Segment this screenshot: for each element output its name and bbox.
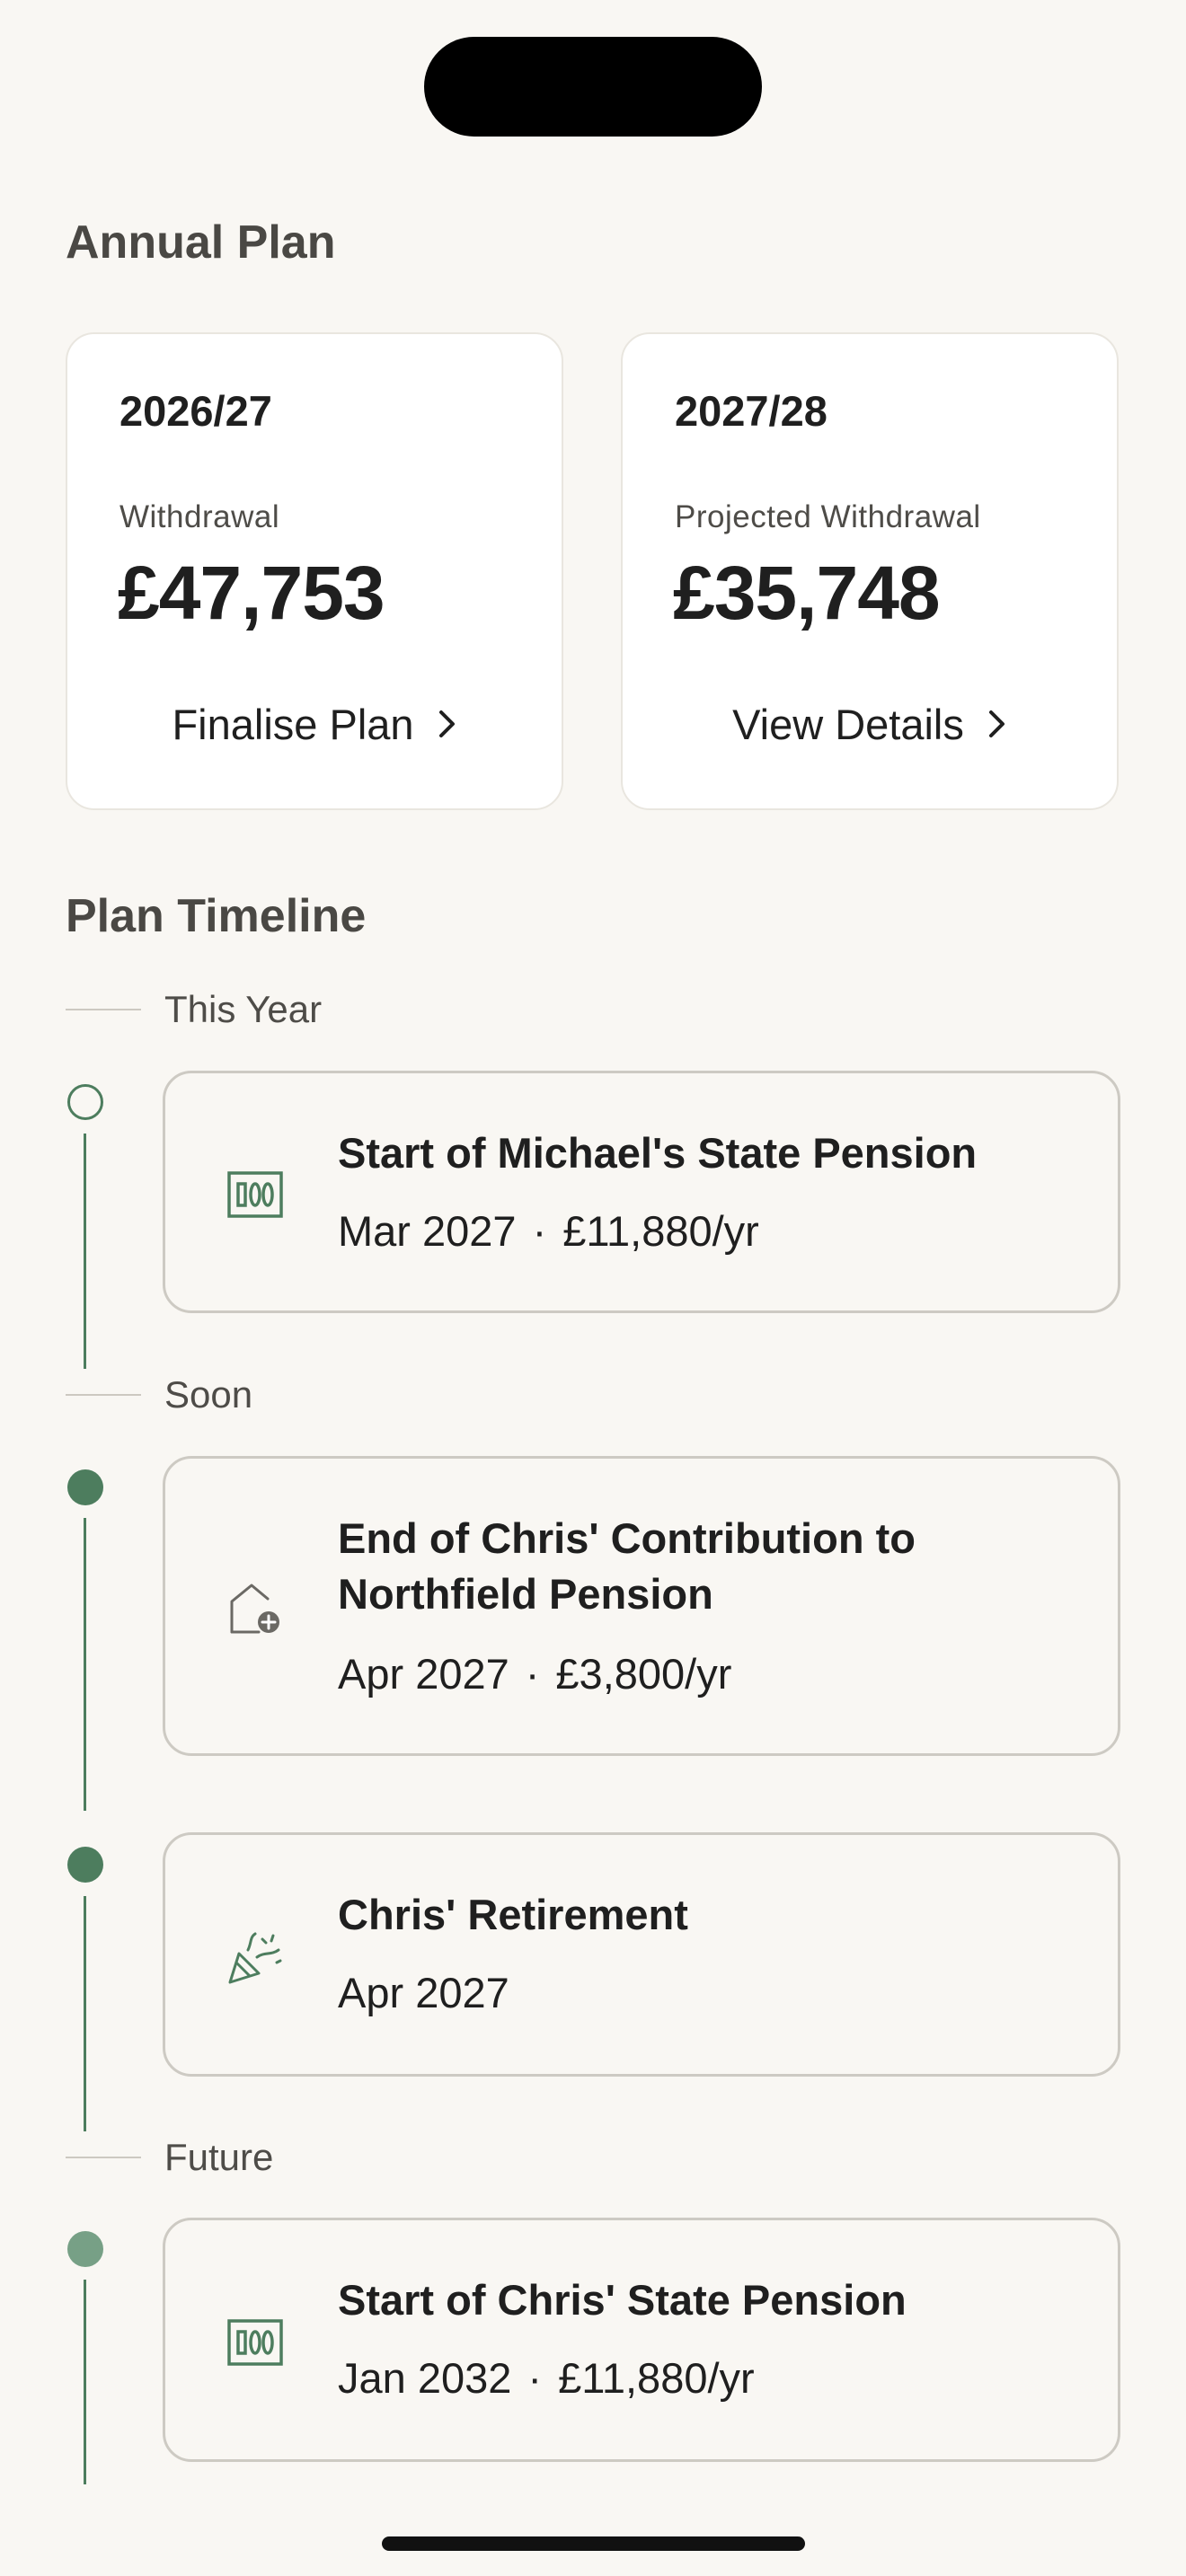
event-date: Apr 2027 <box>338 1650 509 1698</box>
event-details: Jan 2032 · £11,880/yr <box>338 2353 755 2403</box>
chevron-right-icon <box>438 709 457 739</box>
timeline-rail <box>84 1896 86 2131</box>
plan-card-2026-27: 2026/27 Withdrawal £47,753 Finalise Plan <box>66 332 563 810</box>
event-details: Mar 2027 · £11,880/yr <box>338 1206 759 1256</box>
plan-year: 2026/27 <box>119 387 272 435</box>
banknote-icon <box>223 1162 288 1227</box>
timeline-marker <box>67 1469 103 1505</box>
plan-card-2027-28: 2027/28 Projected Withdrawal £35,748 Vie… <box>621 332 1119 810</box>
view-details-button[interactable]: View Details <box>623 697 1117 751</box>
separator-dot: · <box>527 2354 543 2402</box>
timeline-rail <box>84 1134 86 1369</box>
party-popper-icon <box>223 1925 288 1989</box>
banknote-icon <box>223 2310 288 2375</box>
timeline-marker-upcoming <box>67 1084 103 1120</box>
separator-dot: · <box>532 1207 547 1255</box>
event-card-chris-state-pension[interactable]: Start of Chris' State Pension Jan 2032 · £… <box>163 2218 1120 2462</box>
group-this-year: This Year <box>66 987 322 1032</box>
group-divider <box>66 1009 141 1010</box>
plan-year: 2027/28 <box>675 387 828 435</box>
home-indicator[interactable] <box>382 2536 805 2551</box>
group-label: Future <box>164 2136 274 2178</box>
plan-timeline-title: Plan Timeline <box>66 890 367 942</box>
group-divider <box>66 1394 141 1396</box>
group-label: Soon <box>164 1373 253 1416</box>
event-amount: £3,800/yr <box>555 1650 732 1698</box>
event-amount: £11,880/yr <box>558 2354 755 2402</box>
event-date: Jan 2032 <box>338 2354 512 2402</box>
event-title: Chris' Retirement <box>338 1891 688 1938</box>
plan-amount: £35,748 <box>673 551 941 635</box>
timeline-marker <box>67 1847 103 1883</box>
event-card-chris-contribution-end[interactable]: End of Chris' Contribution to Northfield… <box>163 1456 1120 1756</box>
group-label: This Year <box>164 988 323 1030</box>
group-future: Future <box>66 2135 273 2180</box>
event-details: Apr 2027 <box>338 1968 509 2017</box>
plan-amount: £47,753 <box>118 551 385 635</box>
timeline-rail <box>84 1518 86 1811</box>
separator-dot: · <box>525 1650 540 1698</box>
event-card-michael-state-pension[interactable]: Start of Michael's State Pension Mar 202… <box>163 1071 1120 1313</box>
event-date: Apr 2027 <box>338 1969 509 2016</box>
event-title: Start of Michael's State Pension <box>338 1129 978 1177</box>
event-date: Mar 2027 <box>338 1207 517 1255</box>
group-divider <box>66 2157 141 2158</box>
annual-plan-title: Annual Plan <box>66 216 336 269</box>
dynamic-island <box>424 37 762 137</box>
timeline-rail <box>84 2280 86 2484</box>
event-details: Apr 2027 · £3,800/yr <box>338 1649 731 1698</box>
group-soon: Soon <box>66 1372 252 1417</box>
event-title: Start of Chris' State Pension <box>338 2276 907 2324</box>
finalise-plan-label: Finalise Plan <box>172 700 414 748</box>
view-details-label: View Details <box>732 700 964 748</box>
plan-label: Withdrawal <box>119 499 280 534</box>
timeline-marker-future <box>67 2231 103 2267</box>
event-title: End of Chris' Contribution to Northfield… <box>338 1514 916 1618</box>
event-amount: £11,880/yr <box>562 1207 759 1255</box>
event-card-chris-retirement[interactable]: Chris' Retirement Apr 2027 <box>163 1832 1120 2077</box>
finalise-plan-button[interactable]: Finalise Plan <box>67 697 562 751</box>
chevron-right-icon <box>987 709 1007 739</box>
house-plus-icon <box>223 1576 288 1641</box>
plan-label: Projected Withdrawal <box>675 499 981 534</box>
